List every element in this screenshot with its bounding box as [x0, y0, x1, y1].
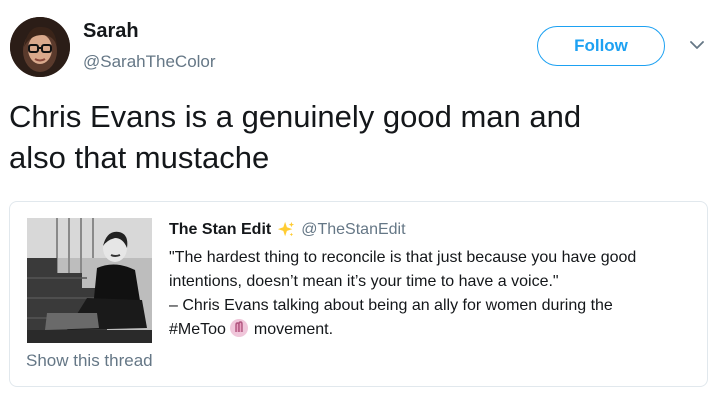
quoted-author-name[interactable]: The Stan Edit [169, 221, 271, 239]
quoted-text-line: "The hardest thing to reconcile is that … [169, 249, 637, 266]
follow-button[interactable]: Follow [537, 26, 665, 66]
quoted-author-handle[interactable]: @TheStanEdit [301, 221, 405, 239]
photo-thumbnail [27, 218, 152, 343]
author-display-name[interactable]: Sarah [83, 20, 139, 43]
quoted-text-line: – Chris Evans talking about being an all… [169, 297, 613, 314]
quoted-text-line: #MeToo movement. [169, 318, 699, 342]
quoted-tweet-text: "The hardest thing to reconcile is that … [169, 246, 699, 342]
quoted-tweet-image[interactable] [27, 218, 152, 343]
sparkles-icon [278, 221, 295, 237]
show-thread-link[interactable]: Show this thread [26, 351, 153, 371]
metoo-emoji-icon [229, 319, 248, 337]
quoted-tweet-card[interactable]: The Stan Edit @TheStanEdit "The hardest … [9, 201, 708, 387]
metoo-hashtag[interactable]: #MeToo [169, 321, 226, 338]
quoted-text-line: intentions, doesn’t mean it’s your time … [169, 273, 559, 290]
quoted-tweet-author[interactable]: The Stan Edit @TheStanEdit [169, 221, 406, 239]
avatar-image [10, 17, 70, 77]
tweet-text-line: Chris Evans is a genuinely good man and [9, 99, 582, 134]
tweet-text: Chris Evans is a genuinely good man and … [9, 96, 709, 178]
quoted-text-tail: movement. [253, 321, 334, 338]
author-avatar[interactable] [10, 17, 70, 77]
tweet-text-line: also that mustache [9, 140, 270, 175]
author-handle[interactable]: @SarahTheColor [83, 52, 216, 72]
chevron-down-icon[interactable] [690, 40, 704, 50]
